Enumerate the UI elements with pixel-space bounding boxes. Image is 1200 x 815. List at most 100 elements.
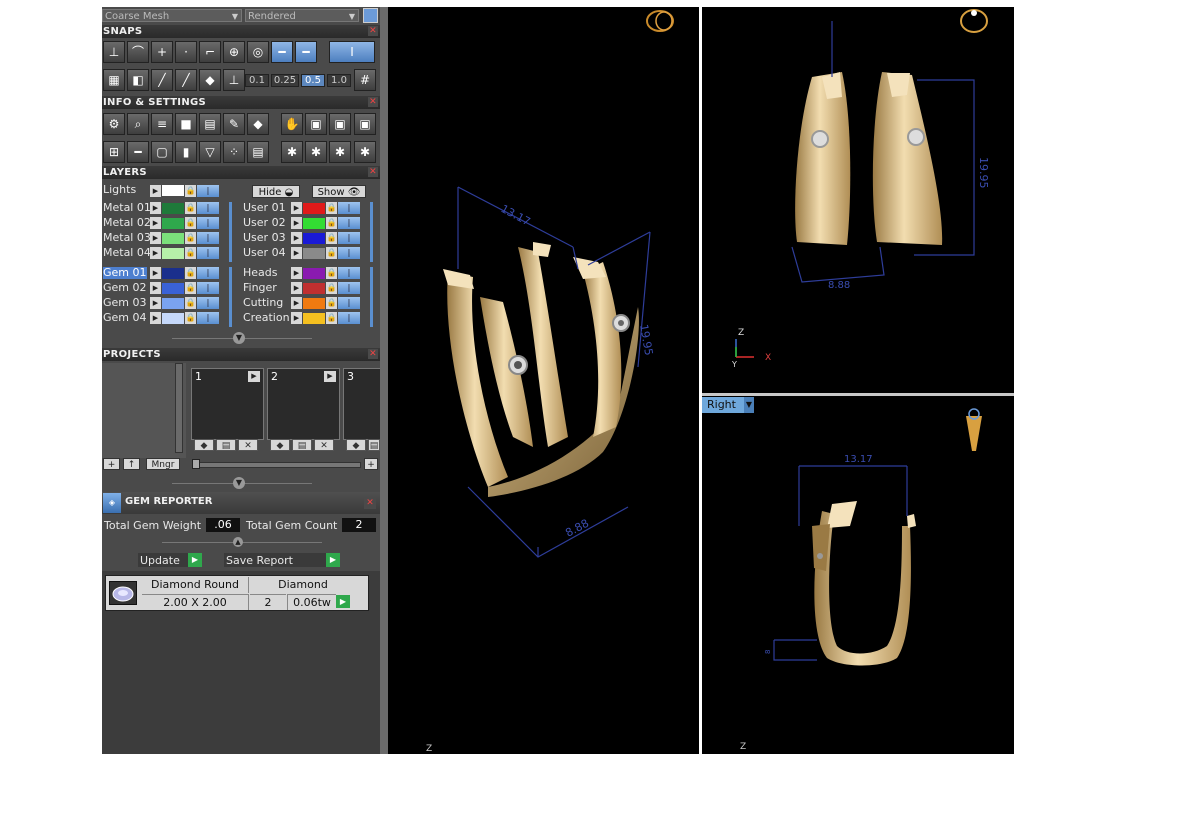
close-icon[interactable]: ✕ [368, 26, 378, 36]
layer-color-swatch[interactable] [162, 233, 184, 244]
layer-name[interactable]: Metal 02 [103, 217, 151, 229]
layers-stack-icon[interactable]: ≡ [151, 113, 173, 135]
play-icon[interactable]: ▶ [150, 202, 161, 214]
right-viewport[interactable]: Right ▼ 13.17 8 Z [702, 396, 1014, 754]
layer-color-swatch[interactable] [303, 298, 325, 309]
snap-line-icon[interactable]: ━ [271, 41, 293, 63]
render-mode-select[interactable]: Rendered ▼ [245, 9, 359, 22]
visibility-toggle[interactable]: | [338, 267, 360, 279]
layer-name[interactable]: User 01 [243, 202, 286, 214]
play-icon[interactable]: ▶ [291, 202, 302, 214]
filter-icon[interactable]: ▽ [199, 141, 221, 163]
layer-name[interactable]: Gem 02 [103, 282, 147, 294]
lock-icon[interactable]: 🔒 [185, 185, 196, 197]
play-icon[interactable]: ▶ [248, 371, 260, 382]
lock-icon[interactable]: 🔒 [185, 202, 196, 214]
layer-color-swatch[interactable] [303, 233, 325, 244]
layer-color-swatch[interactable] [162, 218, 184, 229]
layer-name[interactable]: Gem 01 [103, 267, 147, 279]
visibility-toggle[interactable]: | [338, 247, 360, 259]
layer-color-swatch[interactable] [303, 203, 325, 214]
collapse-handle-icon[interactable]: ▼ [233, 332, 245, 344]
layer-color-swatch[interactable] [162, 298, 184, 309]
view-select[interactable]: Right ▼ [702, 397, 754, 413]
lock-icon[interactable]: 🔒 [326, 282, 337, 294]
view-window-icon[interactable]: ▣ [305, 113, 327, 135]
visibility-toggle[interactable]: | [197, 312, 219, 324]
snap-grid-icon[interactable]: ⊥ [103, 41, 125, 63]
visibility-toggle[interactable]: | [197, 202, 219, 214]
play-icon[interactable]: ▶ [291, 282, 302, 294]
play-icon[interactable]: ▶ [150, 312, 161, 324]
ruler-icon[interactable]: ╱ [151, 69, 173, 91]
lock-icon[interactable]: 🔒 [185, 267, 196, 279]
layer-name[interactable]: Gem 04 [103, 312, 147, 324]
project-slot-3[interactable]: 3 [343, 368, 380, 440]
snap-line-alt-icon[interactable]: ━ [295, 41, 317, 63]
lock-icon[interactable]: 🔒 [185, 312, 196, 324]
layer-color-swatch[interactable] [303, 268, 325, 279]
hide-button[interactable]: Hide ◒ [252, 185, 300, 198]
front-viewport[interactable]: 19.95 8.88 Z Y X [702, 7, 1014, 393]
play-icon[interactable]: ▶ [291, 232, 302, 244]
lock-icon[interactable]: 🔒 [326, 267, 337, 279]
view-window-alt-icon[interactable]: ▣ [329, 113, 351, 135]
increment-1-0[interactable]: 1.0 [327, 74, 351, 87]
lock-icon[interactable]: 🔒 [326, 232, 337, 244]
project-manager-button[interactable]: Mngr [146, 458, 180, 470]
color-swatch-button[interactable] [363, 8, 378, 23]
node-alt-icon[interactable]: ✱ [305, 141, 327, 163]
grid-icon[interactable]: ▦ [103, 69, 125, 91]
print-icon[interactable]: ▤ [292, 439, 312, 451]
close-icon[interactable]: ✕ [368, 167, 378, 177]
layer-color-swatch[interactable] [303, 283, 325, 294]
gem-row[interactable]: Diamond Round Diamond 2.00 X 2.00 2 0.06… [105, 575, 369, 611]
visibility-toggle[interactable]: | [338, 312, 360, 324]
layer-color-swatch[interactable] [303, 218, 325, 229]
lock-icon[interactable]: 🔒 [326, 247, 337, 259]
play-icon[interactable]: ▶ [150, 217, 161, 229]
project-scrollbar[interactable] [175, 363, 183, 453]
box-icon[interactable]: ▢ [151, 141, 173, 163]
grid-settings-icon[interactable]: # [354, 69, 376, 91]
update-button[interactable]: Update ▶ [138, 553, 202, 567]
print-icon[interactable]: ▤ [368, 439, 380, 451]
layer-name[interactable]: Metal 01 [103, 202, 151, 214]
play-icon[interactable]: ▶ [291, 247, 302, 259]
layer-color-swatch[interactable] [162, 313, 184, 324]
lock-icon[interactable]: 🔒 [326, 312, 337, 324]
project-slider[interactable] [194, 462, 361, 468]
play-icon[interactable]: ▶ [336, 595, 350, 608]
play-icon[interactable]: ▶ [150, 232, 161, 244]
layer-name[interactable]: Finger [243, 282, 277, 294]
add-slot-button[interactable]: + [364, 458, 378, 470]
gem-icon[interactable]: ◆ [247, 113, 269, 135]
close-icon[interactable]: ✕ [368, 349, 378, 359]
volume-icon[interactable]: ■ [175, 113, 197, 135]
delete-icon[interactable]: ✕ [314, 439, 334, 451]
visibility-toggle[interactable]: | [338, 217, 360, 229]
report-icon[interactable]: ▤ [247, 141, 269, 163]
project-slot-1[interactable]: 1 ▶ [191, 368, 264, 440]
show-button[interactable]: Show 👁 [312, 185, 366, 198]
visibility-toggle[interactable]: | [197, 267, 219, 279]
layer-name[interactable]: Metal 04 [103, 247, 151, 259]
layer-name[interactable]: Cutting [243, 297, 283, 309]
play-icon[interactable]: ▶ [150, 185, 161, 197]
increment-0-5[interactable]: 0.5 [301, 74, 325, 87]
snap-corner-icon[interactable]: ⌐ [199, 41, 221, 63]
snap-circle-icon[interactable]: ◎ [247, 41, 269, 63]
snap-text-icon[interactable]: Ι [329, 41, 375, 63]
lock-icon[interactable]: 🔒 [326, 202, 337, 214]
solid-icon[interactable]: ▮ [175, 141, 197, 163]
snap-center-icon[interactable]: ⊕ [223, 41, 245, 63]
layer-name[interactable]: User 04 [243, 247, 286, 259]
layer-color-swatch[interactable] [162, 268, 184, 279]
layer-color-swatch[interactable] [162, 248, 184, 259]
lock-icon[interactable]: 🔒 [185, 247, 196, 259]
edit-icon[interactable]: ✎ [223, 113, 245, 135]
snap-curve-icon[interactable]: ⌒ [127, 41, 149, 63]
play-icon[interactable]: ▶ [291, 297, 302, 309]
zoom-icon[interactable]: ⌕ [127, 113, 149, 135]
close-icon[interactable]: ✕ [364, 497, 376, 509]
